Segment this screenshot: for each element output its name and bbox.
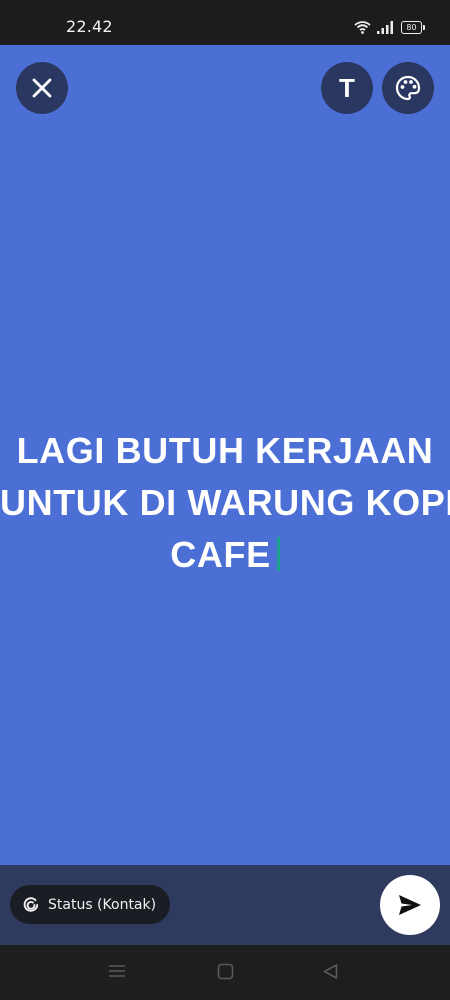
back-icon — [323, 964, 338, 979]
back-button[interactable] — [322, 963, 339, 984]
signal-icon — [377, 20, 393, 34]
send-button[interactable] — [380, 875, 440, 935]
clock: 22.42 — [66, 17, 113, 36]
status-audience-button[interactable]: Status (Kontak) — [10, 885, 171, 924]
home-icon — [217, 963, 234, 980]
status-audience-label: Status (Kontak) — [48, 896, 157, 913]
text-style-icon: T — [339, 72, 355, 103]
close-button[interactable] — [16, 62, 68, 114]
home-button[interactable] — [217, 963, 234, 984]
status-text-line-last: CAFE — [0, 529, 450, 581]
text-cursor — [276, 537, 280, 571]
send-icon — [399, 895, 421, 915]
status-text-line: CAFE — [170, 534, 271, 575]
status-privacy-icon — [23, 896, 39, 912]
palette-icon — [395, 75, 421, 101]
wifi-icon — [354, 21, 371, 34]
close-icon — [32, 78, 52, 98]
menu-icon — [109, 965, 125, 977]
battery-icon: 80 — [401, 20, 425, 34]
status-text-input[interactable]: LAGI BUTUH KERJAAN UNTUK DI WARUNG KOPI/… — [0, 425, 450, 581]
status-text-canvas[interactable]: T LAGI BUTUH KERJAAN UNTUK DI WARUNG KOP… — [0, 45, 450, 865]
color-palette-button[interactable] — [382, 62, 434, 114]
recent-apps-button[interactable] — [108, 963, 126, 983]
system-navigation-bar — [0, 945, 450, 1000]
status-text-line: UNTUK DI WARUNG KOPI/ — [0, 482, 450, 523]
bottom-action-bar: Status (Kontak) — [0, 865, 450, 945]
status-text-line: LAGI BUTUH KERJAAN — [16, 430, 434, 471]
text-style-button[interactable]: T — [321, 62, 373, 114]
status-icons: 80 — [354, 19, 425, 35]
system-status-bar: 22.42 80 — [0, 0, 450, 45]
